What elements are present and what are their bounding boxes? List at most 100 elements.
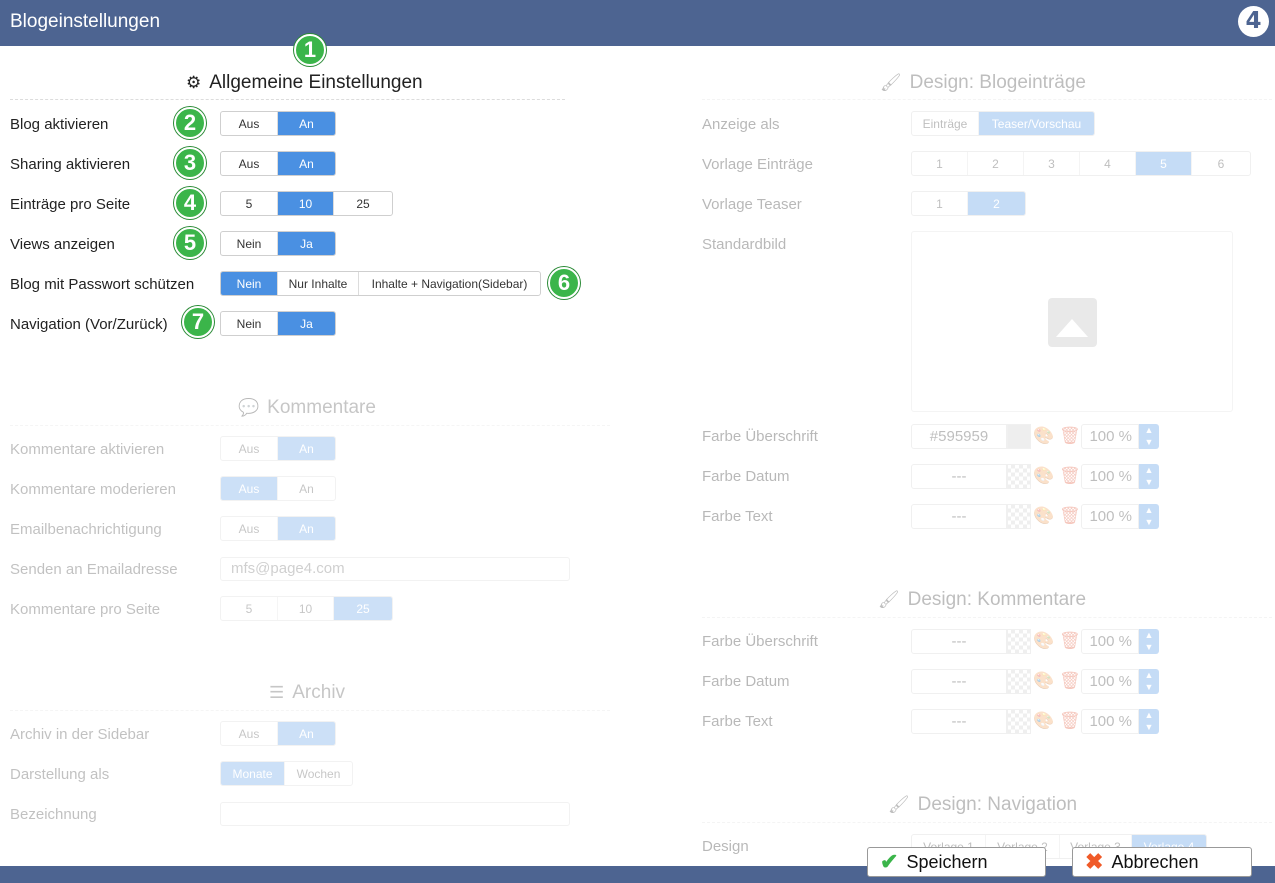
- option-4[interactable]: 4: [1080, 152, 1136, 175]
- option-10[interactable]: 10: [278, 597, 334, 620]
- option-an[interactable]: An: [278, 722, 335, 745]
- color-value-input[interactable]: ---: [911, 504, 1007, 529]
- comments-activate-label: Kommentare aktivieren: [10, 441, 165, 458]
- trash-icon[interactable]: 🗑: [1059, 631, 1081, 651]
- option-ja[interactable]: Ja: [278, 232, 335, 255]
- opacity-input[interactable]: 100 %: [1081, 709, 1139, 734]
- option-an[interactable]: An: [278, 437, 335, 460]
- color-swatch[interactable]: [1007, 709, 1031, 734]
- option-3[interactable]: 3: [1024, 152, 1080, 175]
- option-1[interactable]: 1: [912, 192, 968, 215]
- archive-sidebar-label: Archiv in der Sidebar: [10, 726, 150, 743]
- option-eintraege[interactable]: Einträge: [912, 112, 979, 135]
- opacity-input[interactable]: 100 %: [1081, 629, 1139, 654]
- option-5[interactable]: 5: [221, 192, 278, 215]
- color-swatch[interactable]: [1007, 629, 1031, 654]
- option-wochen[interactable]: Wochen: [285, 762, 352, 785]
- palette-icon[interactable]: 🎨: [1033, 671, 1054, 691]
- color-value-input[interactable]: ---: [911, 669, 1007, 694]
- opacity-input[interactable]: 100 %: [1081, 669, 1139, 694]
- option-25[interactable]: 25: [334, 597, 392, 620]
- brush-icon: 🖌: [880, 73, 902, 92]
- trash-icon[interactable]: 🗑: [1059, 671, 1081, 691]
- option-25[interactable]: 25: [334, 192, 392, 215]
- color-swatch[interactable]: [1007, 464, 1031, 489]
- option-an[interactable]: An: [278, 112, 335, 135]
- option-2[interactable]: 2: [968, 152, 1024, 175]
- option-ja[interactable]: Ja: [278, 312, 335, 335]
- option-teaser-vorschau[interactable]: Teaser/Vorschau: [979, 112, 1094, 135]
- comments-heading: 💬 Kommentare: [238, 397, 376, 418]
- check-icon: ✔: [880, 849, 899, 874]
- option-5[interactable]: 5: [221, 597, 278, 620]
- send-to-email-input[interactable]: mfs@page4.com: [220, 557, 570, 581]
- option-aus[interactable]: Aus: [221, 477, 278, 500]
- color-value-input[interactable]: ---: [911, 709, 1007, 734]
- color-value-input[interactable]: ---: [911, 464, 1007, 489]
- trash-icon[interactable]: 🗑: [1059, 426, 1081, 446]
- palette-icon[interactable]: 🎨: [1033, 506, 1054, 526]
- entry-template-selector: 1 2 3 4 5 6: [911, 151, 1251, 176]
- option-nein[interactable]: Nein: [221, 232, 278, 255]
- gear-icon: ⚙: [186, 73, 202, 92]
- palette-icon[interactable]: 🎨: [1033, 466, 1054, 486]
- color-swatch[interactable]: [1007, 424, 1031, 449]
- option-aus[interactable]: Aus: [221, 112, 278, 135]
- email-notification-label: Emailbenachrichtigung: [10, 521, 162, 538]
- option-inhalte-navigation[interactable]: Inhalte + Navigation(Sidebar): [359, 272, 540, 295]
- navigation-prev-next-label: Navigation (Vor/Zurück): [10, 316, 168, 333]
- option-1[interactable]: 1: [912, 152, 968, 175]
- color-value-input[interactable]: ---: [911, 629, 1007, 654]
- text-color-label: Farbe Text: [702, 713, 773, 730]
- opacity-spinner[interactable]: ▲ ▼: [1139, 709, 1159, 734]
- opacity-spinner[interactable]: ▲ ▼: [1139, 669, 1159, 694]
- opacity-spinner[interactable]: ▲ ▼: [1139, 464, 1159, 489]
- teaser-template-label: Vorlage Teaser: [702, 196, 802, 213]
- option-5[interactable]: 5: [1136, 152, 1192, 175]
- opacity-input[interactable]: 100 %: [1081, 424, 1139, 449]
- opacity-input[interactable]: 100 %: [1081, 464, 1139, 489]
- opacity-spinner[interactable]: ▲ ▼: [1139, 504, 1159, 529]
- option-nein[interactable]: Nein: [221, 272, 278, 295]
- section-divider: [702, 617, 1272, 618]
- opacity-input[interactable]: 100 %: [1081, 504, 1139, 529]
- color-value-input[interactable]: #595959: [911, 424, 1007, 449]
- option-aus[interactable]: Aus: [221, 517, 278, 540]
- opacity-spinner[interactable]: ▲ ▼: [1139, 629, 1159, 654]
- comments-per-page-selector: 5 10 25: [220, 596, 393, 621]
- option-10[interactable]: 10: [278, 192, 334, 215]
- trash-icon[interactable]: 🗑: [1059, 506, 1081, 526]
- trash-icon[interactable]: 🗑: [1059, 466, 1081, 486]
- option-aus[interactable]: Aus: [221, 722, 278, 745]
- display-as-selector: Einträge Teaser/Vorschau: [911, 111, 1095, 136]
- design-navigation-heading: 🖌 Design: Navigation: [888, 794, 1078, 815]
- option-6[interactable]: 6: [1192, 152, 1250, 175]
- designation-input[interactable]: [220, 802, 570, 826]
- color-swatch[interactable]: [1007, 504, 1031, 529]
- opacity-spinner[interactable]: ▲ ▼: [1139, 424, 1159, 449]
- option-an[interactable]: An: [278, 517, 335, 540]
- title-bar: Blogeinstellungen 4: [0, 0, 1275, 46]
- blog-activate-toggle: Aus An: [220, 111, 336, 136]
- color-swatch[interactable]: [1007, 669, 1031, 694]
- heading-color-label: Farbe Überschrift: [702, 633, 818, 650]
- trash-icon[interactable]: 🗑: [1059, 711, 1081, 731]
- option-aus[interactable]: Aus: [221, 152, 278, 175]
- page4-logo-icon: 4: [1238, 6, 1269, 37]
- save-button[interactable]: ✔ Speichern: [867, 847, 1046, 877]
- palette-icon[interactable]: 🎨: [1033, 711, 1054, 731]
- option-aus[interactable]: Aus: [221, 437, 278, 460]
- save-button-label: Speichern: [906, 851, 988, 872]
- heading-color-label: Farbe Überschrift: [702, 428, 818, 445]
- default-image-dropzone[interactable]: [911, 231, 1233, 412]
- option-monate[interactable]: Monate: [221, 762, 285, 785]
- option-nein[interactable]: Nein: [221, 312, 278, 335]
- section-divider: [702, 822, 1272, 823]
- option-an[interactable]: An: [278, 152, 335, 175]
- option-2[interactable]: 2: [968, 192, 1025, 215]
- option-nur-inhalte[interactable]: Nur Inhalte: [278, 272, 359, 295]
- palette-icon[interactable]: 🎨: [1033, 426, 1054, 446]
- palette-icon[interactable]: 🎨: [1033, 631, 1054, 651]
- option-an[interactable]: An: [278, 477, 335, 500]
- cancel-button[interactable]: ✖ Abbrechen: [1072, 847, 1252, 877]
